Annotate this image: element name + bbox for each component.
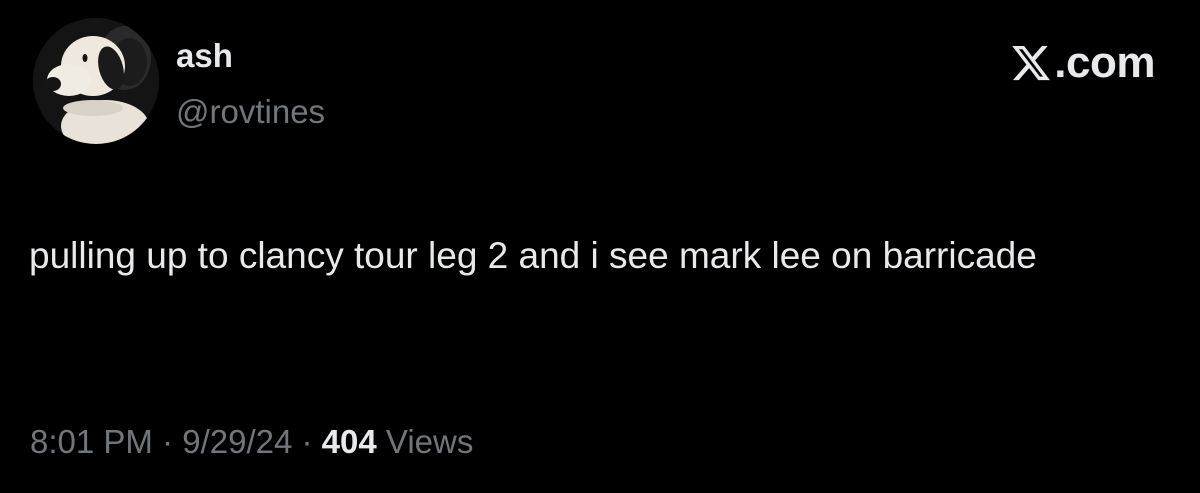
tweet-text: pulling up to clancy tour leg 2 and i se… xyxy=(29,235,1037,276)
snoopy-avatar-image xyxy=(33,18,159,144)
tweet-time[interactable]: 8:01 PM xyxy=(30,423,153,460)
views-count: 404 xyxy=(321,423,377,460)
meta-separator: · xyxy=(292,423,322,460)
author-display-name[interactable]: ash xyxy=(176,36,233,76)
brand-domain-text: .com xyxy=(1054,38,1155,87)
avatar[interactable] xyxy=(33,18,159,144)
author-handle[interactable]: @rovtines xyxy=(176,92,325,132)
views-label: Views xyxy=(385,423,474,460)
tweet-date[interactable]: 9/29/24 xyxy=(182,423,292,460)
tweet-meta: 8:01 PM · 9/29/24 · 404 Views xyxy=(30,420,473,464)
x-com-brand: .com xyxy=(1010,36,1155,90)
x-logo-icon xyxy=(1010,42,1052,84)
meta-separator: · xyxy=(152,423,183,460)
